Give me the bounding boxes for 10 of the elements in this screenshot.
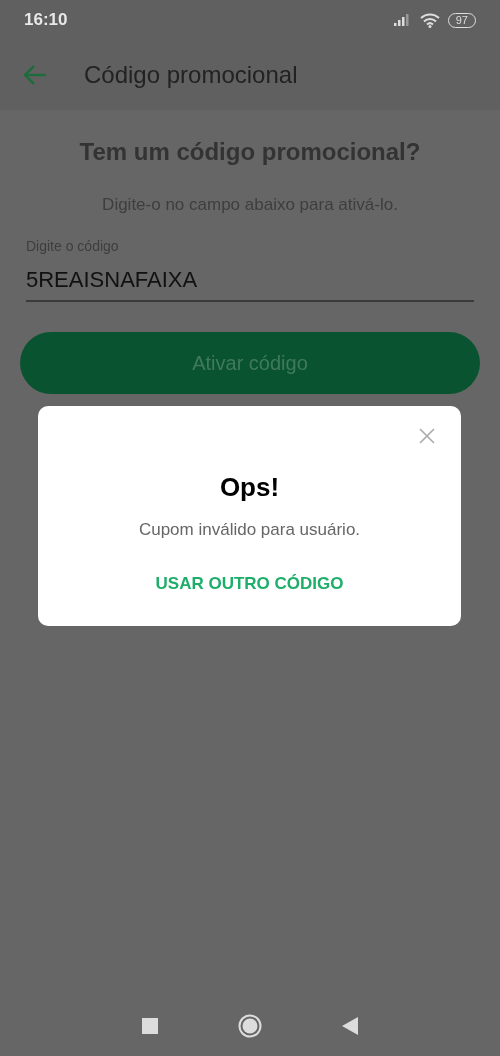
home-icon[interactable] [238, 1014, 262, 1038]
dialog-title: Ops! [219, 471, 280, 504]
signal-icon [393, 14, 412, 26]
wifi-icon [419, 12, 440, 28]
back-icon[interactable] [342, 1017, 358, 1035]
close-icon[interactable] [419, 428, 435, 444]
status-time: 16:10 [24, 9, 68, 32]
use-another-code-button[interactable]: USAR OUTRO CÓDIGO [145, 566, 354, 600]
dialog-message: Cupom inválido para usuário. [138, 519, 361, 541]
page-title: Código promocional [84, 60, 298, 90]
